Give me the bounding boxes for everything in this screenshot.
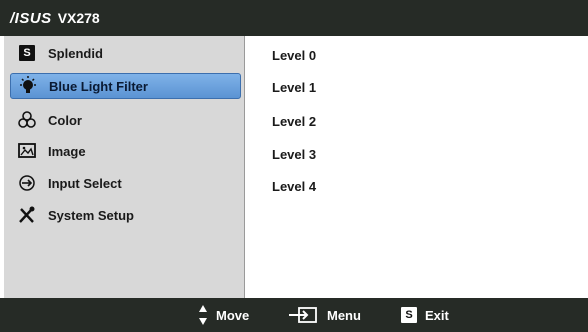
move-label: Move [216,307,250,323]
sidebar: S Splendid Blue Light Filter Color Image… [4,36,245,298]
move-hint: Move [198,298,249,332]
model-name: VX278 [57,10,100,26]
tools-icon [16,205,38,225]
brand: /ISUS VX278 [10,7,100,29]
exit-label: Exit [425,307,449,323]
sidebar-item-system-setup[interactable]: System Setup [10,202,241,228]
up-down-arrows-icon [198,304,208,326]
input-arrow-icon [16,173,38,193]
sidebar-item-label: Blue Light Filter [49,78,148,94]
option-level-0[interactable]: Level 0 [272,48,316,63]
sidebar-item-label: Splendid [48,45,103,61]
exit-s-key-icon: S [401,307,417,323]
sidebar-item-label: System Setup [48,207,134,223]
image-icon [16,141,38,161]
exit-hint: S Exit [401,298,449,332]
sidebar-item-blue-light-filter[interactable]: Blue Light Filter [10,73,241,99]
sidebar-item-image[interactable]: Image [10,138,241,164]
osd-menu: /ISUS VX278 S Splendid Blue Light Filter… [0,0,588,332]
sidebar-item-label: Color [48,112,82,128]
splendid-s-icon: S [16,43,38,63]
lightbulb-icon [17,76,39,96]
enter-key-icon [287,305,319,325]
sidebar-item-label: Image [48,143,86,159]
sidebar-item-label: Input Select [48,175,122,191]
menu-label: Menu [327,307,361,323]
sidebar-item-color[interactable]: Color [10,107,241,133]
option-level-4[interactable]: Level 4 [272,179,316,194]
options-panel: Level 0 Level 1 Level 2 Level 3 Level 4 [246,36,584,298]
hint-bar: Move Menu S Exit [0,298,588,332]
option-level-2[interactable]: Level 2 [272,114,316,129]
option-level-1[interactable]: Level 1 [272,80,316,95]
brand-logo: /ISUS [10,9,52,27]
option-level-3[interactable]: Level 3 [272,147,316,162]
sidebar-item-splendid[interactable]: S Splendid [10,40,241,66]
color-circles-icon [16,110,38,130]
menu-hint: Menu [287,298,361,332]
title-bar: /ISUS VX278 [0,0,588,36]
sidebar-item-input-select[interactable]: Input Select [10,170,241,196]
